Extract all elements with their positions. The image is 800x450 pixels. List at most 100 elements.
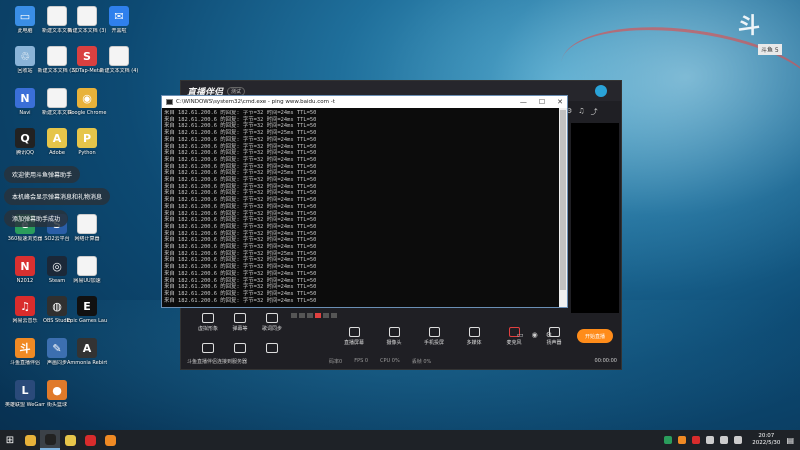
tool-camera[interactable]: 摄像头 xyxy=(381,327,407,346)
pk-button[interactable] xyxy=(191,343,225,353)
triangle-button[interactable] xyxy=(255,343,289,353)
desktop-icon[interactable]: E Epic Games Launcher xyxy=(67,296,107,338)
eye-icon[interactable]: ◉ xyxy=(532,331,538,339)
desktop-icon-label: 网络计算器 xyxy=(74,236,100,242)
taskbar-netease-music[interactable] xyxy=(80,430,100,450)
notification-icon[interactable]: ▤ xyxy=(786,436,794,445)
desktop-widget[interactable]: 斗 斗鱼 5 xyxy=(738,8,788,58)
app-icon xyxy=(47,6,67,26)
user-avatar[interactable] xyxy=(595,85,607,97)
cmd-output-line: 来自 182.61.200.6 的回复: 字节=32 时间=24ms TTL=5… xyxy=(164,244,317,251)
status-message: 斗鱼直播伴侣连接到服务器 xyxy=(187,358,248,365)
desktop-icon[interactable]: P Python xyxy=(68,128,106,170)
windows-start-icon[interactable]: ⊞ xyxy=(0,430,20,450)
monitor-icon xyxy=(348,327,360,337)
cmd-titlebar[interactable]: C:\WINDOWS\system32\cmd.exe - ping www.b… xyxy=(162,96,567,108)
danmaku-icon xyxy=(234,313,246,323)
app-icon: ◉ xyxy=(77,88,97,108)
cmd-output-line: 来自 182.61.200.6 的回复: 字节=32 时间=24ms TTL=5… xyxy=(164,110,317,116)
source-thumb[interactable] xyxy=(307,313,313,318)
app-icon: ▭ xyxy=(15,6,35,26)
media-icon xyxy=(468,327,480,337)
taskbar-folder[interactable] xyxy=(60,430,80,450)
cmd-output-line: 来自 182.61.200.6 的回复: 字节=32 时间=24ms TTL=5… xyxy=(164,284,317,291)
taskbar-cmd[interactable] xyxy=(40,430,60,450)
tray-douyu-icon[interactable] xyxy=(678,436,687,444)
cmd-icon xyxy=(44,433,56,445)
app-icon xyxy=(77,6,97,26)
lyrics-button[interactable]: 歌词同步 xyxy=(255,313,289,332)
tray-volume-icon[interactable] xyxy=(720,436,729,444)
app-icon: 斗 xyxy=(15,338,35,358)
app-icon xyxy=(77,214,97,234)
source-thumb[interactable] xyxy=(315,313,321,318)
app-icon xyxy=(47,88,67,108)
app-icon: ✉ xyxy=(109,6,129,26)
virtual-avatar-button[interactable]: 虚拟形象 xyxy=(191,313,225,332)
source-thumb[interactable] xyxy=(291,313,297,318)
status-dropped: 丢帧 0% xyxy=(411,358,432,365)
minimize-icon[interactable]: — xyxy=(520,98,527,106)
desktop-icon[interactable]: ◉ Google Chrome xyxy=(68,88,106,130)
tool-phone[interactable]: 手机投屏 xyxy=(421,327,447,346)
status-time: 00:00:00 xyxy=(594,358,617,364)
signal-button[interactable] xyxy=(223,343,257,353)
taskbar-clock[interactable]: 20:07 2022/5/30 xyxy=(752,433,780,447)
record-icon[interactable]: ▭ xyxy=(517,331,524,339)
signal-icon xyxy=(234,343,246,353)
cmd-title: C:\WINDOWS\system32\cmd.exe - ping www.b… xyxy=(176,99,335,105)
maximize-icon[interactable]: ☐ xyxy=(539,98,545,106)
lyrics-icon xyxy=(266,313,278,323)
taskbar-douyu[interactable] xyxy=(100,430,120,450)
desktop-icon[interactable]: A Ammonia Rebirth xyxy=(67,338,107,380)
taskbar-chrome[interactable] xyxy=(20,430,40,450)
source-thumb[interactable] xyxy=(323,313,329,318)
app-icon: Q xyxy=(15,128,35,148)
cmd-window: C:\WINDOWS\system32\cmd.exe - ping www.b… xyxy=(161,95,568,308)
gear-icon[interactable]: ⚙ xyxy=(546,331,552,339)
folder-icon xyxy=(64,434,76,446)
app-icon: N xyxy=(15,256,35,276)
avatar-icon xyxy=(202,313,214,323)
cmd-output-line: 来自 182.61.200.6 的回复: 字节=32 时间=24ms TTL=5… xyxy=(164,297,317,304)
tool-media[interactable]: 多媒体 xyxy=(461,327,487,346)
status-bitrate: 码率0 xyxy=(329,358,343,365)
widget-caption: 斗鱼 5 xyxy=(758,44,782,55)
app-icon: ♫ xyxy=(15,296,35,316)
desktop-icon[interactable]: ● 街头篮球 xyxy=(38,380,76,422)
widget-logo-icon: 斗 xyxy=(738,14,761,39)
desktop-icon[interactable]: 网易UU加速 xyxy=(68,256,106,298)
desktop-icon[interactable]: 新建文本文档 (4) xyxy=(100,46,138,88)
desktop-icon-label: Google Chrome xyxy=(67,110,107,116)
chrome-icon xyxy=(24,434,36,446)
notice-1: 欢迎使用斗鱼弹幕助手 xyxy=(4,166,81,183)
cmd-output-line: 来自 182.61.200.6 的回复: 字节=32 时间=24ms TTL=5… xyxy=(164,264,317,271)
desktop-icon[interactable]: ✉ 开黑啦 xyxy=(100,6,138,48)
cmd-icon xyxy=(166,99,173,105)
scrollbar-thumb[interactable] xyxy=(560,110,566,290)
bell-icon[interactable]: ♫ xyxy=(578,107,584,119)
go-live-button[interactable]: 开始直播 xyxy=(577,329,613,343)
tray-network-icon[interactable] xyxy=(706,436,715,444)
tool-screen[interactable]: 直播屏幕 xyxy=(341,327,367,346)
app-icon: ♲ xyxy=(15,46,35,66)
desktop-icon[interactable]: 网络计算器 xyxy=(68,214,106,256)
app-icon: N xyxy=(15,88,35,108)
danmaku-button[interactable]: 弹幕等 xyxy=(223,313,257,332)
tray-music-icon[interactable] xyxy=(692,436,701,444)
close-icon[interactable]: ✕ xyxy=(557,98,563,106)
source-strip xyxy=(291,313,611,321)
tray-app-icon[interactable] xyxy=(664,436,673,444)
app-icon: P xyxy=(77,128,97,148)
app-icon: ✎ xyxy=(47,338,67,358)
cmd-output[interactable]: 来自 182.61.200.6 的回复: 字节=32 时间=24ms TTL=5… xyxy=(164,110,558,306)
source-thumb[interactable] xyxy=(299,313,305,318)
app-icon: S xyxy=(77,46,97,66)
tray-input-icon[interactable] xyxy=(734,436,743,444)
desktop-icon-label: 街头篮球 xyxy=(46,402,67,408)
cmd-scrollbar[interactable] xyxy=(559,108,567,307)
camera-icon xyxy=(388,327,400,337)
cmd-output-line: 来自 182.61.200.6 的回复: 字节=32 时间=24ms TTL=5… xyxy=(164,136,317,143)
source-thumb[interactable] xyxy=(331,313,337,318)
share-icon[interactable]: ⤴ xyxy=(591,107,598,119)
